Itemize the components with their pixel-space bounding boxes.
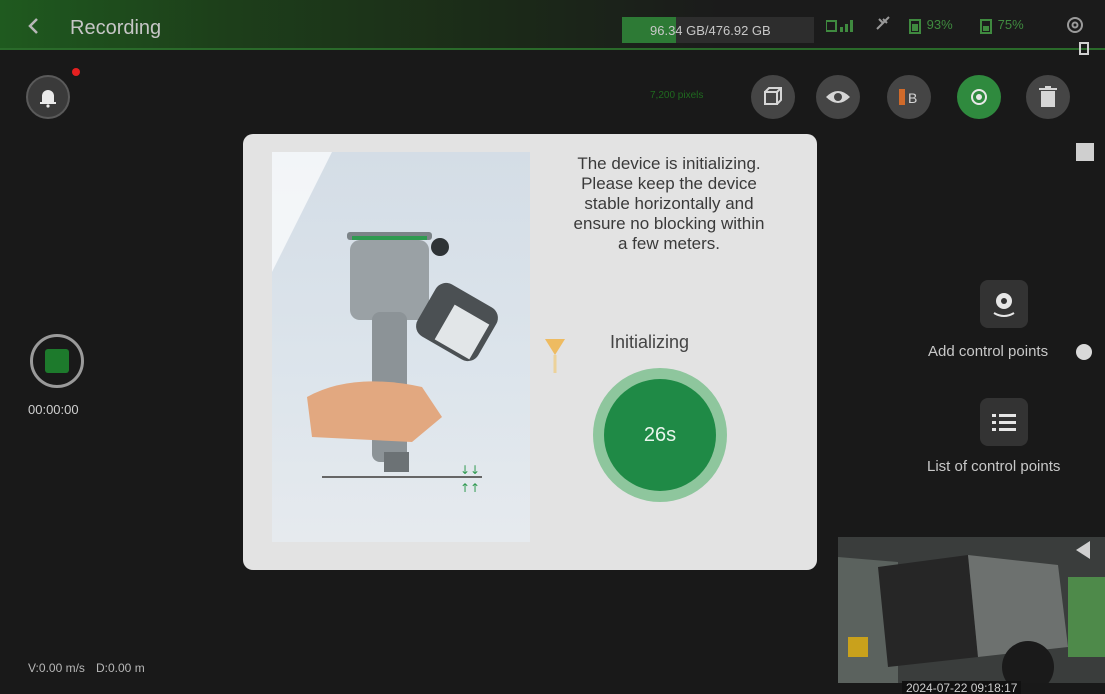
color-mode-button[interactable]: B	[887, 75, 931, 119]
battery-1-percent: 93%	[926, 17, 953, 32]
add-control-point-icon	[993, 293, 1015, 317]
battery-status-2: 75%	[978, 17, 1024, 34]
handheld-scanner-image: ↓↓ ↑↑	[272, 152, 498, 495]
svg-text:B: B	[908, 90, 917, 106]
speed-readout: V:0.00 m/s	[28, 661, 85, 675]
rotate-icon[interactable]	[1078, 40, 1090, 56]
battery-icon	[909, 18, 921, 34]
delete-button[interactable]	[1026, 75, 1070, 119]
preview-collapse-button[interactable]	[1076, 541, 1090, 559]
bell-icon	[40, 90, 56, 108]
camera-preview[interactable]	[838, 537, 1105, 683]
recording-timer: 00:00:00	[28, 402, 79, 417]
locate-icon	[971, 89, 987, 105]
countdown-ring: 26s	[593, 368, 727, 502]
svg-text:↑↑: ↑↑	[460, 481, 480, 495]
color-mode-icon: B	[899, 89, 917, 106]
cube-view-button[interactable]	[751, 75, 795, 119]
eye-icon	[826, 91, 850, 103]
settings-button[interactable]	[1064, 14, 1086, 36]
battery-icon	[980, 18, 992, 34]
trash-icon	[1039, 86, 1057, 107]
battery-2-percent: 75%	[997, 17, 1024, 32]
chevron-left-icon	[28, 18, 38, 34]
view-toggle-button[interactable]	[816, 75, 860, 119]
cube-icon	[764, 87, 782, 105]
satellite-icon	[875, 15, 891, 35]
distance-readout: D:0.00 m	[96, 661, 145, 675]
list-control-points-label: List of control points	[927, 458, 1061, 475]
back-button[interactable]	[22, 14, 46, 38]
add-control-points-button[interactable]	[980, 280, 1028, 328]
list-control-points-button[interactable]	[980, 398, 1028, 446]
storage-indicator: 96.34 GB/476.92 GB	[622, 17, 814, 43]
stop-square-button[interactable]	[1076, 143, 1094, 161]
add-control-points-label: Add control points	[928, 343, 1049, 360]
camera-feed-image	[838, 537, 1105, 683]
countdown-timer: 26s	[604, 379, 716, 491]
floating-dot-handle[interactable]	[1076, 344, 1092, 360]
list-icon	[992, 414, 1016, 431]
record-button[interactable]	[30, 334, 84, 388]
preview-timestamp: 2024-07-22 09:18:17	[902, 681, 1022, 694]
pixels-label: 7,200 pixels	[650, 90, 704, 101]
page-title: Recording	[70, 17, 162, 39]
notification-button[interactable]	[26, 75, 70, 119]
hourglass-icon	[543, 333, 567, 377]
battery-status-1: 93%	[907, 17, 953, 34]
record-stop-icon	[45, 349, 69, 373]
svg-text:↓↓: ↓↓	[460, 463, 480, 477]
signal-icon	[825, 17, 858, 36]
notification-badge	[72, 68, 80, 76]
device-illustration: ↓↓ ↑↑	[272, 152, 530, 542]
initialization-dialog: ↓↓ ↑↑ The device is initializing. Please…	[243, 134, 817, 570]
initializing-status-label: Initializing	[610, 332, 690, 352]
gear-icon	[1067, 17, 1083, 33]
dialog-message: The device is initializing. Please keep …	[573, 154, 765, 253]
locate-button[interactable]	[957, 75, 1001, 119]
